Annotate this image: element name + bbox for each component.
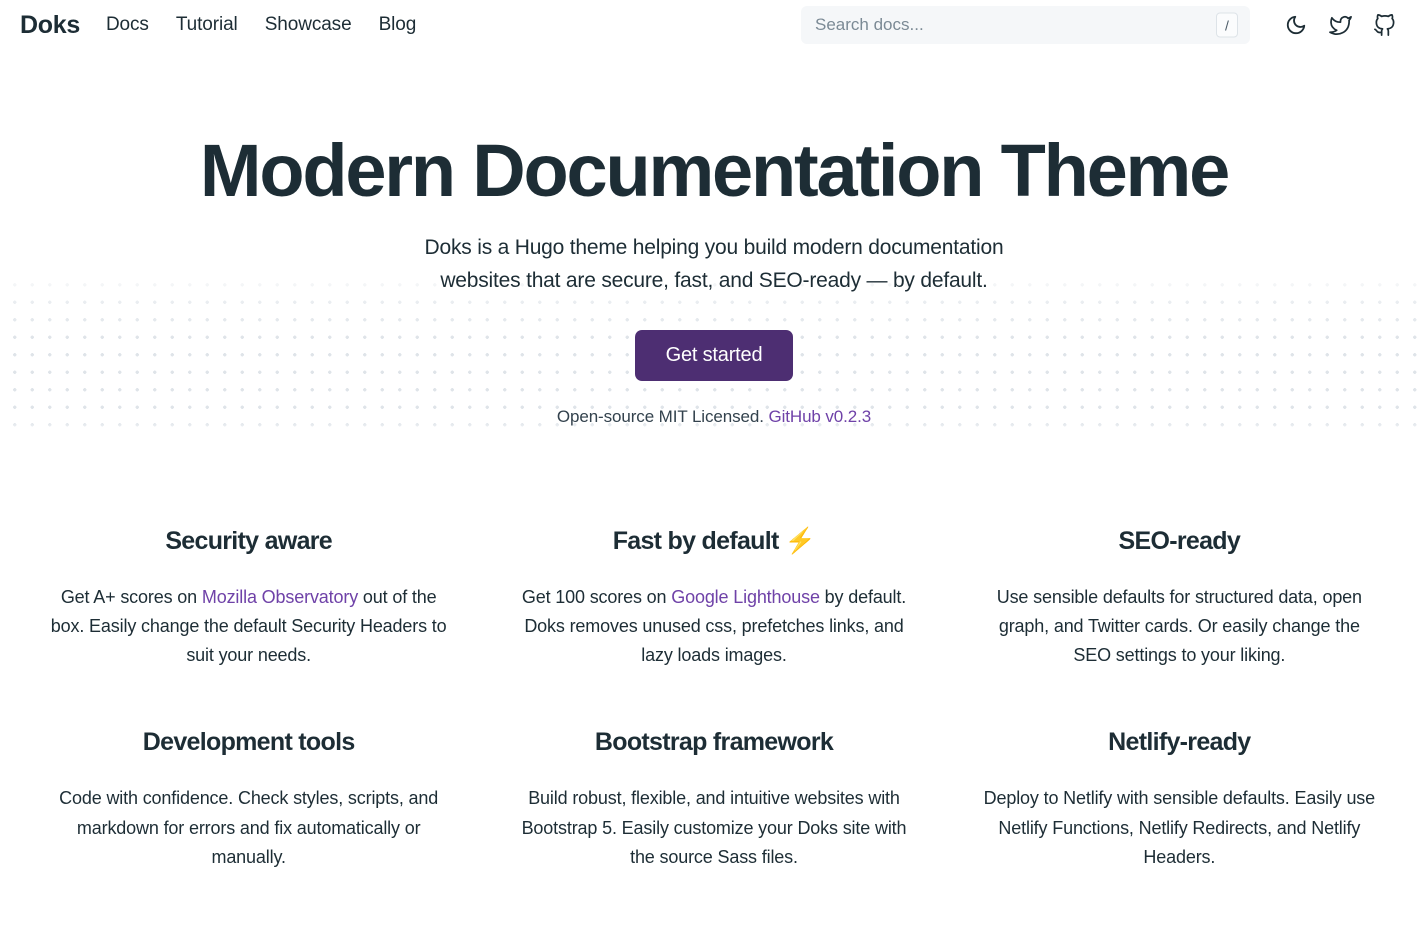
feature-body: Build robust, flexible, and intuitive we…	[521, 788, 907, 867]
lightning-bolt-icon: ⚡	[784, 526, 816, 555]
primary-nav: Docs Tutorial Showcase Blog	[106, 14, 416, 36]
page-title: Modern Documentation Theme	[199, 129, 1230, 212]
license-text: Open-source MIT Licensed.	[556, 406, 764, 426]
feature-body: Code with confidence. Check styles, scri…	[59, 788, 439, 867]
feature-card-bootstrap-framework: Bootstrap framework Build robust, flexib…	[501, 728, 926, 871]
feature-title: Fast by default ⚡	[501, 527, 926, 556]
google-lighthouse-link[interactable]: Google Lighthouse	[671, 587, 820, 607]
feature-body: Get 100 scores on Google Lighthouse by d…	[514, 583, 914, 670]
search-shortcut-badge: /	[1216, 12, 1238, 38]
feature-title: Development tools	[142, 728, 355, 757]
dark-mode-toggle[interactable]	[1274, 5, 1318, 45]
feature-title: Bootstrap framework	[594, 728, 834, 757]
nav-link-showcase[interactable]: Showcase	[265, 14, 352, 36]
nav-link-tutorial[interactable]: Tutorial	[176, 14, 238, 36]
feature-title: SEO-ready	[1118, 526, 1241, 555]
top-navbar: Doks Docs Tutorial Showcase Blog /	[0, 0, 1428, 50]
feature-body-before: Get 100 scores on	[521, 586, 672, 607]
feature-title-text: Fast by default	[612, 526, 780, 555]
feature-card-seo-ready: SEO-ready Use sensible defaults for stru…	[967, 527, 1392, 670]
twitter-link[interactable]	[1318, 5, 1362, 45]
mozilla-observatory-link[interactable]: Mozilla Observatory	[202, 587, 358, 607]
nav-link-blog[interactable]: Blog	[379, 14, 417, 36]
search-input[interactable]	[801, 6, 1250, 44]
nav-link-docs[interactable]: Docs	[106, 14, 149, 36]
brand-logo[interactable]: Doks	[20, 11, 80, 40]
github-version-link[interactable]: GitHub v0.2.3	[768, 407, 871, 426]
feature-body-before: Get A+ scores on	[60, 586, 202, 607]
navbar-right-group: /	[801, 5, 1406, 45]
feature-card-development-tools: Development tools Code with confidence. …	[36, 728, 461, 871]
hero-section: Modern Documentation Theme Doks is a Hug…	[0, 50, 1428, 437]
github-link[interactable]	[1362, 5, 1406, 45]
github-icon	[1373, 13, 1396, 37]
twitter-icon	[1328, 14, 1352, 37]
feature-body: Use sensible defaults for structured dat…	[996, 586, 1362, 666]
search-container: /	[801, 6, 1250, 44]
license-line: Open-source MIT Licensed. GitHub v0.2.3	[0, 407, 1428, 427]
hero-lead-text: Doks is a Hugo theme helping you build m…	[424, 236, 1004, 293]
feature-card-security-aware: Security aware Get A+ scores on Mozilla …	[36, 527, 461, 670]
feature-card-netlify-ready: Netlify-ready Deploy to Netlify with sen…	[967, 728, 1392, 871]
features-grid: Security aware Get A+ scores on Mozilla …	[0, 527, 1428, 872]
cta-container: Get started	[0, 329, 1428, 381]
get-started-button[interactable]: Get started	[634, 329, 794, 381]
feature-title: Netlify-ready	[1108, 728, 1251, 757]
feature-body: Get A+ scores on Mozilla Observatory out…	[49, 583, 449, 670]
hero-content: Modern Documentation Theme Doks is a Hug…	[0, 129, 1428, 427]
feature-card-fast-by-default: Fast by default ⚡ Get 100 scores on Goog…	[501, 527, 926, 670]
feature-body: Deploy to Netlify with sensible defaults…	[983, 788, 1376, 867]
feature-title: Security aware	[165, 526, 333, 555]
moon-icon	[1285, 14, 1307, 36]
